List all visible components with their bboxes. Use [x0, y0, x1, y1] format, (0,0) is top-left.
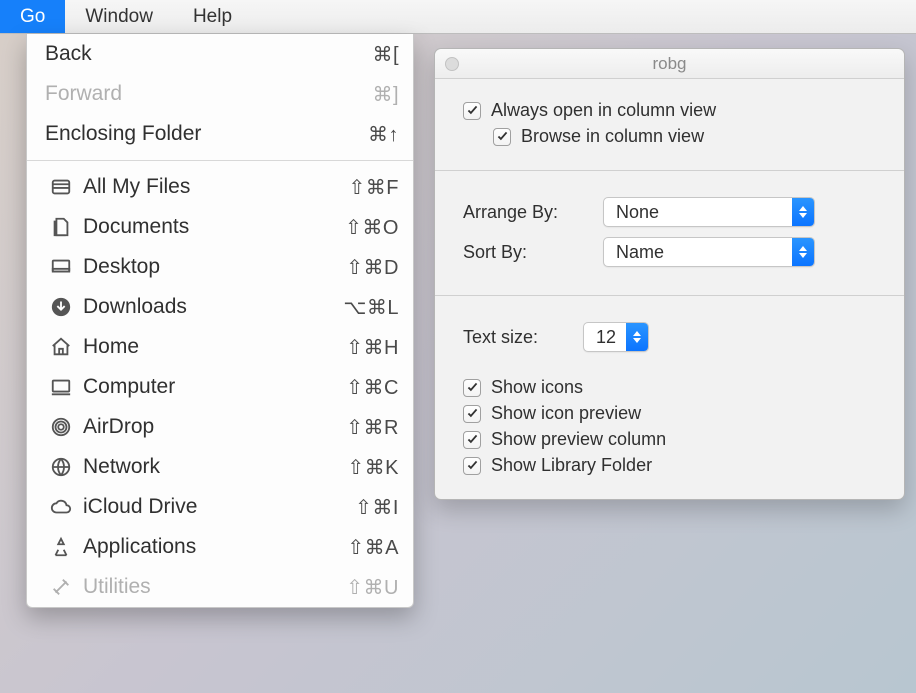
home-icon [45, 336, 77, 358]
arrange-select[interactable]: None [603, 197, 815, 227]
section-display: Text size: 12 Show icons Show icon previ… [435, 296, 904, 499]
go-desktop-shortcut: ⇧⌘D [346, 255, 399, 280]
go-icloud-shortcut: ⇧⌘I [355, 495, 399, 520]
go-home[interactable]: Home ⇧⌘H [27, 327, 413, 367]
view-options-panel: robg Always open in column view Browse i… [434, 48, 905, 500]
go-forward-shortcut: ⌘] [372, 82, 399, 107]
arrange-row: Arrange By: None [463, 197, 876, 227]
arrange-label: Arrange By: [463, 202, 603, 223]
go-computer[interactable]: Computer ⇧⌘C [27, 367, 413, 407]
go-downloads-label: Downloads [83, 295, 343, 319]
checkbox-icon [463, 102, 481, 120]
go-icloud-drive[interactable]: iCloud Drive ⇧⌘I [27, 487, 413, 527]
select-arrows-icon [792, 198, 814, 226]
icloud-icon [45, 496, 77, 518]
panel-title: robg [435, 54, 904, 74]
go-back-shortcut: ⌘[ [372, 42, 399, 67]
go-back[interactable]: Back ⌘[ [27, 34, 413, 74]
go-dropdown: Back ⌘[ Forward ⌘] Enclosing Folder ⌘↑ A… [26, 34, 414, 608]
go-network-shortcut: ⇧⌘K [347, 455, 399, 480]
go-enclosing-label: Enclosing Folder [45, 122, 368, 146]
check-show-library-folder-label: Show Library Folder [491, 455, 652, 476]
go-applications[interactable]: Applications ⇧⌘A [27, 527, 413, 567]
go-applications-label: Applications [83, 535, 347, 559]
menubar: Go Window Help [0, 0, 916, 34]
sort-label: Sort By: [463, 242, 603, 263]
go-forward-label: Forward [45, 82, 372, 106]
go-desktop-label: Desktop [83, 255, 346, 279]
network-icon [45, 456, 77, 478]
go-home-label: Home [83, 335, 346, 359]
all-my-files-icon [45, 176, 77, 198]
check-show-icons-label: Show icons [491, 377, 583, 398]
documents-icon [45, 216, 77, 238]
check-show-icon-preview-label: Show icon preview [491, 403, 641, 424]
arrange-value: None [604, 202, 792, 223]
go-airdrop[interactable]: AirDrop ⇧⌘R [27, 407, 413, 447]
go-forward: Forward ⌘] [27, 74, 413, 114]
check-show-library-folder[interactable]: Show Library Folder [463, 455, 876, 476]
downloads-icon [45, 296, 77, 318]
checkbox-icon [463, 379, 481, 397]
check-show-preview-column[interactable]: Show preview column [463, 429, 876, 450]
go-enclosing-shortcut: ⌘↑ [368, 122, 399, 147]
menu-window[interactable]: Window [65, 0, 173, 33]
select-arrows-icon [792, 238, 814, 266]
menu-separator [27, 160, 413, 161]
checkbox-icon [493, 128, 511, 146]
select-arrows-icon [626, 323, 648, 351]
go-enclosing-folder[interactable]: Enclosing Folder ⌘↑ [27, 114, 413, 154]
go-downloads-shortcut: ⌥⌘L [343, 295, 399, 320]
go-computer-label: Computer [83, 375, 346, 399]
go-airdrop-label: AirDrop [83, 415, 346, 439]
menu-help[interactable]: Help [173, 0, 252, 33]
menu-go[interactable]: Go [0, 0, 65, 33]
check-browse-column[interactable]: Browse in column view [493, 126, 876, 147]
check-browse-label: Browse in column view [521, 126, 704, 147]
go-network[interactable]: Network ⇧⌘K [27, 447, 413, 487]
go-applications-shortcut: ⇧⌘A [347, 535, 399, 560]
go-utilities-shortcut: ⇧⌘U [346, 575, 399, 600]
sort-select[interactable]: Name [603, 237, 815, 267]
go-utilities-label: Utilities [83, 575, 346, 599]
sort-row: Sort By: Name [463, 237, 876, 267]
check-show-icons[interactable]: Show icons [463, 377, 876, 398]
check-show-preview-column-label: Show preview column [491, 429, 666, 450]
desktop-icon [45, 256, 77, 278]
utilities-icon [45, 576, 77, 598]
textsize-value: 12 [584, 327, 626, 348]
go-documents[interactable]: Documents ⇧⌘O [27, 207, 413, 247]
section-open-mode: Always open in column view Browse in col… [435, 79, 904, 171]
airdrop-icon [45, 416, 77, 438]
go-computer-shortcut: ⇧⌘C [346, 375, 399, 400]
applications-icon [45, 536, 77, 558]
go-all-my-files[interactable]: All My Files ⇧⌘F [27, 167, 413, 207]
go-all-my-files-label: All My Files [83, 175, 349, 199]
checkbox-icon [463, 457, 481, 475]
go-back-label: Back [45, 42, 372, 66]
computer-icon [45, 376, 77, 398]
go-airdrop-shortcut: ⇧⌘R [346, 415, 399, 440]
check-always-open-label: Always open in column view [491, 100, 716, 121]
go-icloud-label: iCloud Drive [83, 495, 355, 519]
go-utilities[interactable]: Utilities ⇧⌘U [27, 567, 413, 607]
go-network-label: Network [83, 455, 347, 479]
section-arrange-sort: Arrange By: None Sort By: Name [435, 171, 904, 296]
go-all-my-files-shortcut: ⇧⌘F [349, 175, 399, 200]
checkbox-icon [463, 431, 481, 449]
go-documents-shortcut: ⇧⌘O [345, 215, 399, 240]
go-home-shortcut: ⇧⌘H [346, 335, 399, 360]
textsize-select[interactable]: 12 [583, 322, 649, 352]
textsize-label: Text size: [463, 327, 583, 348]
sort-value: Name [604, 242, 792, 263]
panel-titlebar: robg [435, 49, 904, 79]
go-downloads[interactable]: Downloads ⌥⌘L [27, 287, 413, 327]
checkbox-icon [463, 405, 481, 423]
textsize-row: Text size: 12 [463, 322, 876, 352]
go-documents-label: Documents [83, 215, 345, 239]
check-show-icon-preview[interactable]: Show icon preview [463, 403, 876, 424]
check-always-open[interactable]: Always open in column view [463, 100, 876, 121]
go-desktop[interactable]: Desktop ⇧⌘D [27, 247, 413, 287]
